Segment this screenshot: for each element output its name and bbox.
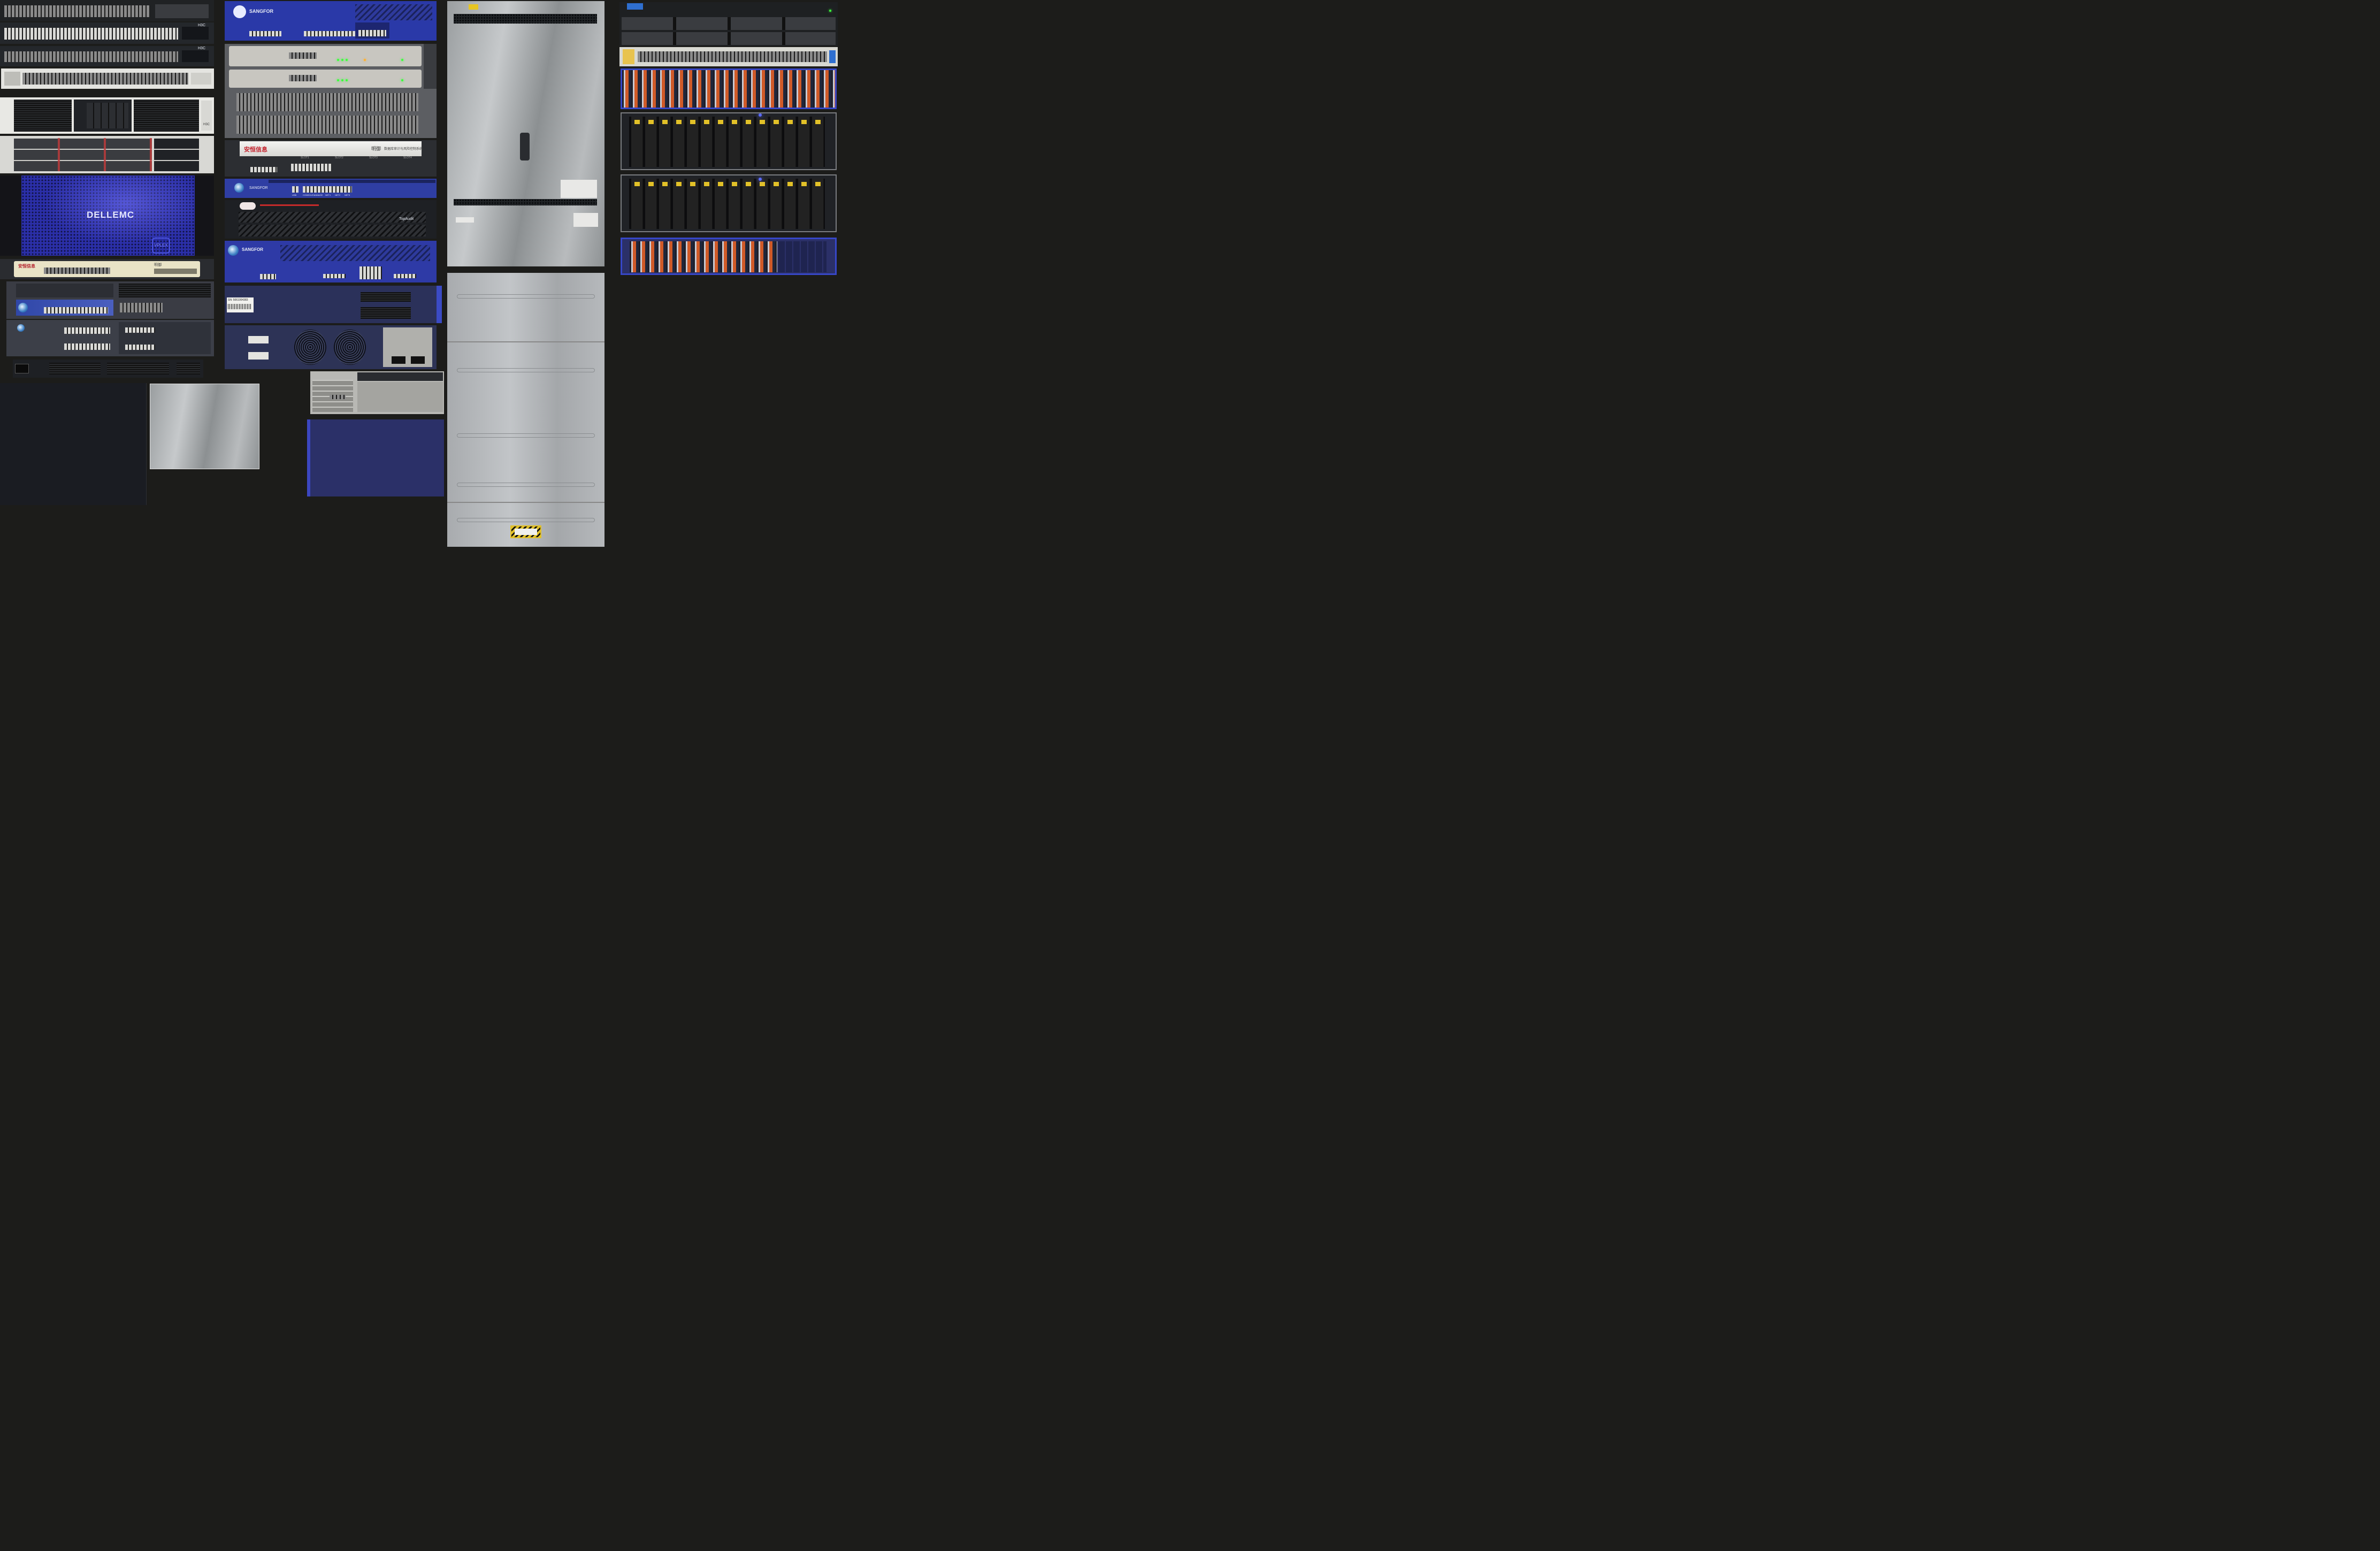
h3c-logo: H3C [198, 24, 206, 27]
topaudit-logo: TopAudit [399, 217, 414, 221]
sangfor-logo-icon [228, 245, 239, 256]
port-label-net2: NET2 [335, 194, 341, 196]
storage-controller-top [619, 2, 838, 46]
port-label-manage: MANAGE [313, 194, 323, 196]
sangfor-ngfw-blue: SANGFOR [225, 241, 437, 282]
anheng-appliance-1u: 安恒信息 明御 [0, 259, 214, 279]
sangfor-logo-icon [234, 183, 244, 193]
mingyu-title: 明御 [371, 146, 381, 151]
psu-rear-panel [13, 360, 203, 378]
fan-icon [294, 330, 326, 365]
blank-panel-metal [150, 384, 259, 469]
mingyu-description: 数据库审计与风险控制系统 [384, 148, 423, 151]
port-label-net1: NET1 [325, 194, 331, 196]
blank-panel-dark [0, 383, 147, 505]
anheng-mingyu-db-audit: 安恒信息 明御 数据库审计与风险控制系统 SLOT1 SLOT2 SLOT3 S… [225, 140, 437, 177]
sangfor-logo-icon [18, 303, 28, 312]
server-chassis-top-view [447, 1, 604, 266]
dellemc-vplex: DELLEMC VPLEX [0, 175, 214, 256]
slot1-label: SLOT1 [301, 156, 309, 159]
slot2-label: SLOT2 [335, 156, 343, 159]
port-label-console: CONSOLE [303, 194, 313, 196]
anheng-logo: 安恒信息 [18, 264, 35, 269]
serial-number: SN: 5061004383 [228, 299, 248, 302]
white-sfp-switch [1, 68, 214, 89]
network-switch-1 [0, 0, 214, 21]
fan-icon [334, 330, 366, 365]
sangfor-logo: SANGFOR [242, 247, 263, 252]
storage-enclosure-orange-2 [621, 238, 837, 275]
sangfor-appliance-2u [6, 281, 214, 319]
h3c-server-2u: H3C [0, 97, 214, 134]
server-rear-io [310, 371, 444, 414]
h3c-logo: H3C [203, 123, 210, 126]
white-switch-sfp [619, 47, 838, 66]
h3c-switch-sfp: H3C [0, 46, 214, 66]
port-label-net3: NET3 [345, 194, 350, 196]
storage-enclosure-orange-1 [621, 68, 837, 109]
sangfor-logo: SANGFOR [249, 186, 268, 190]
power-socket-icon [15, 364, 29, 373]
storage-enclosure-yellow-1 [621, 112, 837, 170]
vplex-logo: VPLEX [154, 243, 168, 248]
port-label-usb: USB [292, 194, 297, 196]
dellemc-logo: DELLEMC [87, 210, 135, 220]
server-rear-fans [225, 325, 437, 369]
mingyu-label: 明御 [154, 263, 162, 267]
blue-appliance-serial: SN: 5061004383 [225, 286, 442, 323]
slot4-label: SLOT4 [403, 156, 412, 159]
h3c-switch-48port: H3C [0, 22, 214, 44]
server-drive-bays [0, 136, 214, 173]
h3c-logo: H3C [198, 47, 206, 50]
h3c-chassis-router [225, 44, 437, 138]
topaudit-appliance: TopAudit [225, 200, 437, 239]
rack-side-panel [447, 273, 604, 547]
storage-enclosure-yellow-2 [621, 174, 837, 232]
sangfor-logo: SANGFOR [249, 9, 273, 14]
blank-panel-blue [307, 419, 444, 496]
anheng-logo: 安恒信息 [244, 147, 267, 153]
sangfor-1u-appliance: SANGFOR USB CONSOLE MANAGE NET1 NET2 NET… [225, 179, 437, 198]
slot3-label: SLOT3 [369, 156, 378, 159]
sangfor-ngfw-top: SANGFOR [225, 1, 437, 41]
sangfor-logo-icon [17, 324, 25, 332]
sangfor-firewall-2u [6, 320, 214, 356]
